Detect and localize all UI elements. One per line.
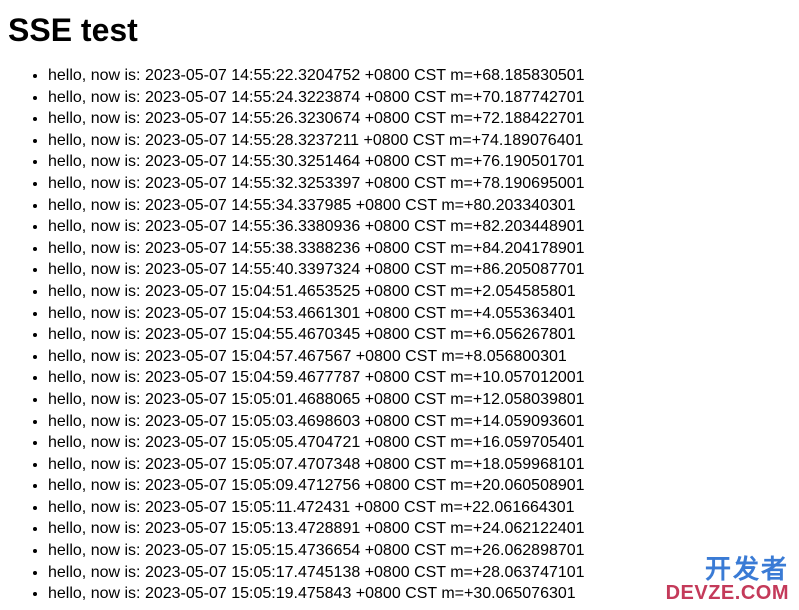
list-item: hello, now is: 2023-05-07 14:55:38.33882… bbox=[48, 238, 799, 260]
list-item: hello, now is: 2023-05-07 15:05:19.47584… bbox=[48, 583, 799, 605]
list-item: hello, now is: 2023-05-07 15:05:09.47127… bbox=[48, 475, 799, 497]
list-item: hello, now is: 2023-05-07 15:05:05.47047… bbox=[48, 432, 799, 454]
list-item: hello, now is: 2023-05-07 15:05:01.46880… bbox=[48, 389, 799, 411]
list-item: hello, now is: 2023-05-07 14:55:30.32514… bbox=[48, 151, 799, 173]
list-item: hello, now is: 2023-05-07 14:55:34.33798… bbox=[48, 195, 799, 217]
list-item: hello, now is: 2023-05-07 14:55:40.33973… bbox=[48, 259, 799, 281]
list-item: hello, now is: 2023-05-07 15:05:03.46986… bbox=[48, 411, 799, 433]
list-item: hello, now is: 2023-05-07 14:55:32.32533… bbox=[48, 173, 799, 195]
list-item: hello, now is: 2023-05-07 15:05:17.47451… bbox=[48, 562, 799, 584]
list-item: hello, now is: 2023-05-07 15:05:13.47288… bbox=[48, 518, 799, 540]
list-item: hello, now is: 2023-05-07 15:04:53.46613… bbox=[48, 303, 799, 325]
list-item: hello, now is: 2023-05-07 15:05:11.47243… bbox=[48, 497, 799, 519]
list-item: hello, now is: 2023-05-07 15:04:55.46703… bbox=[48, 324, 799, 346]
list-item: hello, now is: 2023-05-07 14:55:28.32372… bbox=[48, 130, 799, 152]
list-item: hello, now is: 2023-05-07 14:55:36.33809… bbox=[48, 216, 799, 238]
list-item: hello, now is: 2023-05-07 15:04:57.46756… bbox=[48, 346, 799, 368]
list-item: hello, now is: 2023-05-07 14:55:26.32306… bbox=[48, 108, 799, 130]
list-item: hello, now is: 2023-05-07 14:55:22.32047… bbox=[48, 65, 799, 87]
list-item: hello, now is: 2023-05-07 14:55:24.32238… bbox=[48, 87, 799, 109]
list-item: hello, now is: 2023-05-07 15:04:51.46535… bbox=[48, 281, 799, 303]
list-item: hello, now is: 2023-05-07 15:05:07.47073… bbox=[48, 454, 799, 476]
list-item: hello, now is: 2023-05-07 15:04:59.46777… bbox=[48, 367, 799, 389]
list-item: hello, now is: 2023-05-07 15:05:15.47366… bbox=[48, 540, 799, 562]
event-list: hello, now is: 2023-05-07 14:55:22.32047… bbox=[0, 65, 799, 605]
page-title: SSE test bbox=[0, 0, 799, 65]
